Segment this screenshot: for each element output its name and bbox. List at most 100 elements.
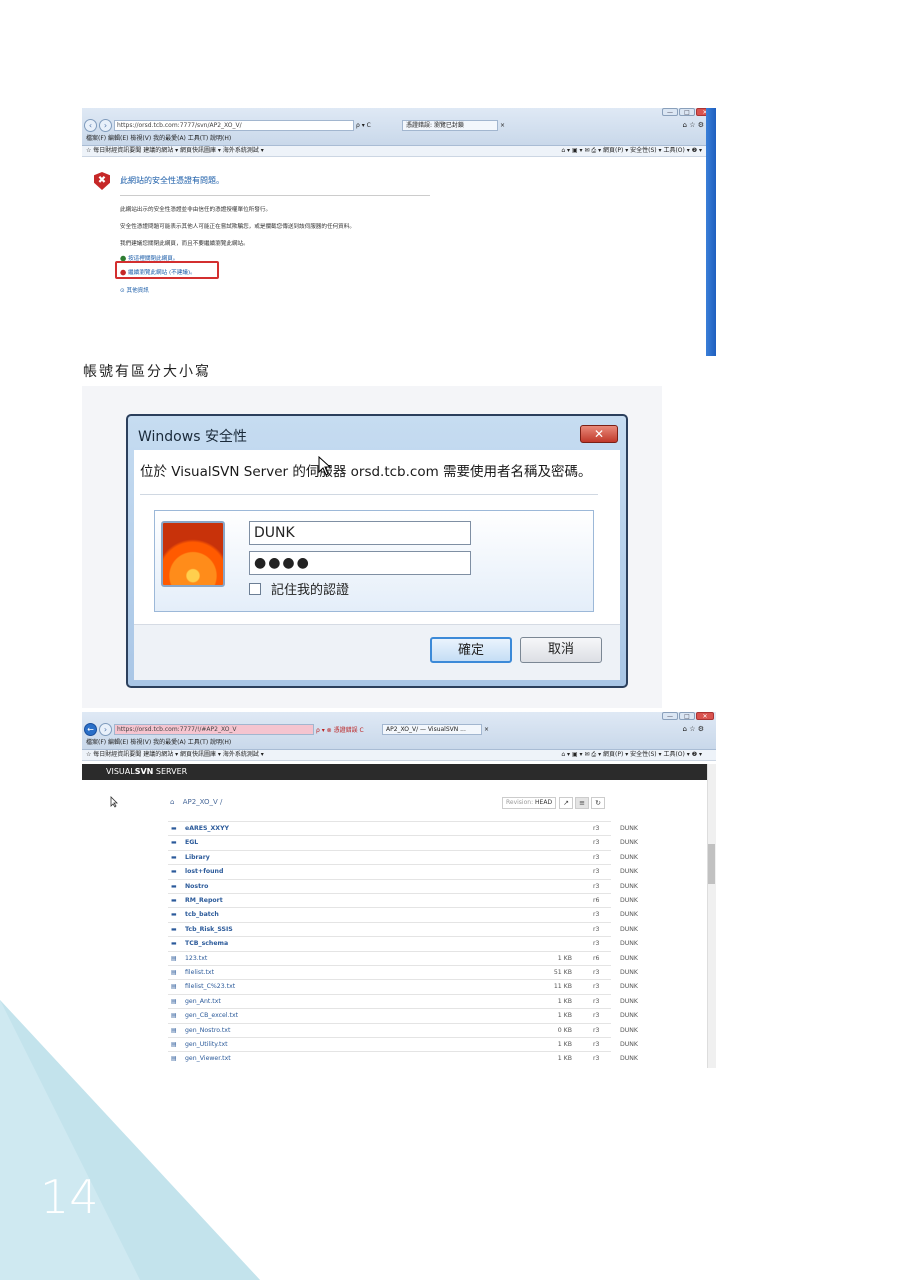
minimize-button[interactable]: —: [662, 712, 678, 720]
tab-visualsvn[interactable]: AP2_XO_V/ — VisualSVN ...: [382, 723, 482, 735]
entry-name[interactable]: gen_Viewer.txt: [185, 1052, 231, 1065]
brand-bold: SVN: [134, 767, 154, 776]
back-button[interactable]: ←: [84, 722, 97, 736]
menu-bar[interactable]: 檔案(F) 編輯(E) 檢視(V) 我的最愛(A) 工具(T) 說明(H): [86, 133, 231, 142]
remember-checkbox[interactable]: [249, 583, 261, 595]
password-field[interactable]: ●●●●: [249, 551, 471, 575]
scroll-thumb[interactable]: [708, 844, 715, 884]
entry-name[interactable]: gen_Nostro.txt: [185, 1024, 230, 1037]
entry-revision[interactable]: r3: [593, 923, 599, 936]
entry-name[interactable]: EGL: [185, 836, 198, 849]
favorites-items[interactable]: ☆ 每日財經資訊要聞 建議的網站 ▾ 網頁快訊圖庫 ▾ 海外系統測試 ▾: [86, 751, 264, 758]
file-icon: ▤: [171, 954, 177, 962]
list-view-icon[interactable]: ≡: [575, 797, 589, 809]
entry-name[interactable]: eARES_XXYY: [185, 822, 229, 835]
command-bar[interactable]: ⌂ ▾ ▣ ▾ ✉ ⎙ ▾ 網頁(P) ▾ 安全性(S) ▾ 工具(O) ▾ ❷…: [561, 146, 702, 156]
entry-revision[interactable]: r6: [593, 952, 599, 965]
table-row[interactable]: ▤ filelist.txt 51 KB r3 DUNK: [168, 965, 638, 979]
entry-revision[interactable]: r3: [593, 1052, 599, 1065]
maximize-button[interactable]: □: [679, 712, 695, 720]
revision-value: HEAD: [535, 799, 553, 806]
minimize-button[interactable]: —: [662, 108, 678, 116]
forward-button[interactable]: ›: [99, 118, 112, 132]
breadcrumb-repo[interactable]: AP2_XO_V /: [183, 798, 223, 806]
table-row[interactable]: ▬ Nostro r3 DUNK: [168, 878, 638, 893]
command-bar[interactable]: ⌂ ▾ ▣ ▾ ✉ ⎙ ▾ 網頁(P) ▾ 安全性(S) ▾ 工具(O) ▾ ❷…: [561, 750, 702, 760]
cert-error-icon[interactable]: ρ ▾ ⊗ 憑證錯誤 C: [316, 725, 380, 734]
entry-revision[interactable]: r3: [593, 822, 599, 835]
table-row[interactable]: ▬ lost+found r3 DUNK: [168, 864, 638, 878]
warning-text-1: 此網站出示的安全性憑證並非由信任的憑證授權單位所發行。: [120, 207, 272, 213]
table-row[interactable]: ▤ gen_Utility.txt 1 KB r3 DUNK: [168, 1037, 638, 1051]
entry-revision[interactable]: r3: [593, 980, 599, 993]
scrollbar[interactable]: [707, 764, 716, 1068]
external-link-icon[interactable]: ↗: [559, 797, 573, 809]
close-button[interactable]: ✕: [696, 712, 714, 720]
entry-size: 1 KB: [557, 1055, 572, 1063]
table-row[interactable]: ▤ gen_CB_excel.txt 1 KB r3 DUNK: [168, 1008, 638, 1022]
forward-button[interactable]: ›: [99, 722, 112, 736]
entry-name[interactable]: gen_Ant.txt: [185, 995, 221, 1008]
entry-revision[interactable]: r3: [593, 1038, 599, 1051]
tab-close-icon[interactable]: ×: [500, 122, 508, 129]
home-star-gear-icons[interactable]: ⌂ ☆ ⚙: [683, 121, 704, 129]
table-row[interactable]: ▤ 123.txt 1 KB r6 DUNK: [168, 950, 638, 965]
entry-revision[interactable]: r3: [593, 1009, 599, 1022]
entry-size: 0 KB: [557, 1026, 572, 1034]
entry-name[interactable]: Nostro: [185, 880, 208, 893]
ok-button[interactable]: 確定: [430, 637, 512, 663]
table-row[interactable]: ▤ gen_Nostro.txt 0 KB r3 DUNK: [168, 1022, 638, 1037]
maximize-button[interactable]: □: [679, 108, 695, 116]
refresh-icon[interactable]: ↻: [591, 797, 605, 809]
entry-revision[interactable]: r3: [593, 966, 599, 979]
entry-name[interactable]: filelist.txt: [185, 966, 214, 979]
entry-name[interactable]: filelist_C%23.txt: [185, 980, 235, 993]
entry-name[interactable]: TCB_schema: [185, 937, 228, 950]
entry-revision[interactable]: r3: [593, 937, 599, 950]
table-row[interactable]: ▬ TCB_schema r3 DUNK: [168, 936, 638, 950]
entry-revision[interactable]: r3: [593, 880, 599, 893]
folder-icon: ▬: [171, 868, 177, 876]
entry-revision[interactable]: r6: [593, 894, 599, 907]
address-bar[interactable]: https://orsd.tcb.com:7777/svn/AP2_XO_V/: [114, 119, 354, 131]
entry-name[interactable]: Library: [185, 851, 210, 864]
table-row[interactable]: ▬ EGL r3 DUNK: [168, 835, 638, 849]
entry-name[interactable]: Tcb_Risk_SSIS: [185, 923, 233, 936]
tab-close-icon[interactable]: ×: [484, 726, 492, 733]
username-field[interactable]: DUNK: [249, 521, 471, 545]
entry-revision[interactable]: r3: [593, 1024, 599, 1037]
table-row[interactable]: ▬ RM_Report r6 DUNK: [168, 893, 638, 907]
entry-name[interactable]: lost+found: [185, 865, 223, 878]
table-row[interactable]: ▤ gen_Ant.txt 1 KB r3 DUNK: [168, 993, 638, 1008]
favorites-items[interactable]: ☆ 每日財經資訊要聞 建議的網站 ▾ 網頁快訊圖庫 ▾ 海外系統測試 ▾: [86, 147, 264, 154]
entry-name[interactable]: 123.txt: [185, 952, 207, 965]
entry-revision[interactable]: r3: [593, 836, 599, 849]
more-info-link[interactable]: ⊙ 其他資訊: [120, 286, 149, 294]
entry-author: DUNK: [620, 882, 638, 890]
table-row[interactable]: ▬ Tcb_Risk_SSIS r3 DUNK: [168, 921, 638, 936]
search-refresh-icon[interactable]: ρ ▾ C: [356, 122, 400, 129]
tab-cert-error[interactable]: 憑證錯誤: 瀏覽已封鎖: [402, 119, 498, 131]
table-row[interactable]: ▬ tcb_batch r3 DUNK: [168, 907, 638, 921]
table-row[interactable]: ▬ eARES_XXYY r3 DUNK: [168, 821, 638, 835]
entry-name[interactable]: RM_Report: [185, 894, 223, 907]
home-icon[interactable]: ⌂: [170, 798, 174, 806]
dialog-close-button[interactable]: ✕: [580, 425, 618, 443]
back-button[interactable]: ‹: [84, 118, 97, 132]
warning-text-3: 我們建議您關閉此網頁，而且不要繼續瀏覽此網站。: [120, 241, 249, 247]
menu-bar[interactable]: 檔案(F) 編輯(E) 檢視(V) 我的最愛(A) 工具(T) 說明(H): [86, 737, 231, 746]
table-row[interactable]: ▤ filelist_C%23.txt 11 KB r3 DUNK: [168, 979, 638, 993]
entry-revision[interactable]: r3: [593, 995, 599, 1008]
table-row[interactable]: ▬ Library r3 DUNK: [168, 849, 638, 864]
table-row[interactable]: ▤ gen_Viewer.txt 1 KB r3 DUNK: [168, 1051, 638, 1065]
entry-name[interactable]: gen_Utility.txt: [185, 1038, 228, 1051]
home-star-gear-icons[interactable]: ⌂ ☆ ⚙: [683, 725, 704, 733]
entry-revision[interactable]: r3: [593, 908, 599, 921]
address-bar[interactable]: https://orsd.tcb.com:7777/!/#AP2_XO_V: [114, 723, 314, 735]
entry-revision[interactable]: r3: [593, 865, 599, 878]
cancel-button[interactable]: 取消: [520, 637, 602, 663]
revision-selector[interactable]: Revision: HEAD: [502, 797, 556, 809]
entry-name[interactable]: tcb_batch: [185, 908, 219, 921]
entry-name[interactable]: gen_CB_excel.txt: [185, 1009, 238, 1022]
entry-revision[interactable]: r3: [593, 851, 599, 864]
